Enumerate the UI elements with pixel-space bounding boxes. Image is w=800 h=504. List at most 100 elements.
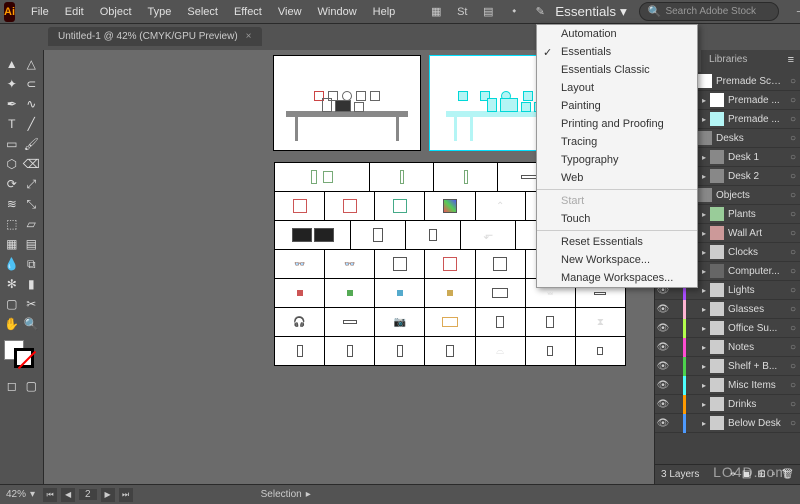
visibility-icon[interactable]: 👁	[655, 304, 671, 315]
workspace-option[interactable]: Essentials	[537, 43, 697, 61]
tool-width[interactable]: ≋	[2, 194, 22, 214]
tool-eyedropper[interactable]: 💧	[2, 254, 22, 274]
twisty-icon[interactable]: ▸	[698, 172, 710, 181]
menu-window[interactable]: Window	[310, 0, 365, 24]
tool-rotate[interactable]: ⟳	[2, 174, 22, 194]
document-tab[interactable]: Untitled-1 @ 42% (CMYK/GPU Preview) ×	[48, 27, 262, 46]
target-icon[interactable]: ○	[786, 247, 800, 258]
menu-effect[interactable]: Effect	[226, 0, 270, 24]
workspace-switcher[interactable]: Essentials ▾	[549, 2, 632, 22]
target-icon[interactable]: ○	[786, 304, 800, 315]
twisty-icon[interactable]: ▸	[698, 343, 710, 352]
target-icon[interactable]: ○	[786, 133, 800, 144]
tool-mesh[interactable]: ▦	[2, 234, 22, 254]
zoom-level[interactable]: 42% ▾	[6, 489, 35, 500]
menu-help[interactable]: Help	[365, 0, 404, 24]
tool-scale[interactable]: ⤢	[22, 174, 42, 194]
arrange-icon[interactable]: ▤	[479, 3, 497, 21]
nav-first-icon[interactable]: ⏮	[43, 488, 57, 502]
twisty-icon[interactable]: ▸	[698, 267, 710, 276]
visibility-icon[interactable]: 👁	[655, 418, 671, 429]
menu-edit[interactable]: Edit	[57, 0, 92, 24]
twisty-icon[interactable]: ▸	[698, 96, 710, 105]
draw-mode-normal[interactable]: ◻	[2, 376, 22, 396]
layer-row[interactable]: 👁▸Glasses○	[655, 300, 800, 319]
target-icon[interactable]: ○	[786, 418, 800, 429]
twisty-icon[interactable]: ▸	[698, 381, 710, 390]
feedback-icon[interactable]: ✎	[531, 3, 549, 21]
target-icon[interactable]: ○	[786, 380, 800, 391]
twisty-icon[interactable]: ▸	[698, 248, 710, 257]
tool-gradient[interactable]: ▤	[22, 234, 42, 254]
workspace-option[interactable]: Essentials Classic	[537, 61, 697, 79]
twisty-icon[interactable]: ▸	[698, 229, 710, 238]
layer-row[interactable]: 👁▸Misc Items○	[655, 376, 800, 395]
tool-zoom[interactable]: 🔍	[22, 314, 42, 334]
visibility-icon[interactable]: 👁	[655, 361, 671, 372]
tool-eraser[interactable]: ⌫	[22, 154, 42, 174]
bridge-icon[interactable]: ▦	[427, 3, 445, 21]
tool-hand[interactable]: ✋	[2, 314, 22, 334]
target-icon[interactable]: ○	[786, 190, 800, 201]
target-icon[interactable]: ○	[786, 228, 800, 239]
workspace-option[interactable]: Reset Essentials	[537, 233, 697, 251]
tool-lasso[interactable]: ⊂	[22, 74, 42, 94]
tab-libraries[interactable]: Libraries	[701, 50, 755, 72]
nav-prev-icon[interactable]: ◀	[61, 488, 75, 502]
screen-mode[interactable]: ▢	[22, 376, 42, 396]
tool-shape-builder[interactable]: ⬚	[2, 214, 22, 234]
tool-slice[interactable]: ✂	[22, 294, 42, 314]
tool-free-transform[interactable]: ⤡	[22, 194, 42, 214]
tool-direct-selection[interactable]: △	[22, 54, 42, 74]
twisty-icon[interactable]: ▸	[698, 115, 710, 124]
target-icon[interactable]: ○	[786, 95, 800, 106]
layer-row[interactable]: 👁▸Notes○	[655, 338, 800, 357]
target-icon[interactable]: ○	[786, 285, 800, 296]
target-icon[interactable]: ○	[786, 171, 800, 182]
menu-type[interactable]: Type	[140, 0, 180, 24]
tool-pen[interactable]: ✒	[2, 94, 22, 114]
minimize-button[interactable]: ─	[791, 3, 800, 21]
menu-file[interactable]: File	[23, 0, 57, 24]
layer-row[interactable]: 👁▸Shelf + B...○	[655, 357, 800, 376]
tool-selection[interactable]: ▲	[2, 54, 22, 74]
nav-last-icon[interactable]: ⏭	[119, 488, 133, 502]
tool-line[interactable]: ╱	[22, 114, 42, 134]
menu-select[interactable]: Select	[179, 0, 226, 24]
target-icon[interactable]: ○	[786, 266, 800, 277]
tool-magic-wand[interactable]: ✦	[2, 74, 22, 94]
twisty-icon[interactable]: ▸	[698, 324, 710, 333]
workspace-option[interactable]: Typography	[537, 151, 697, 169]
menu-object[interactable]: Object	[92, 0, 140, 24]
twisty-icon[interactable]: ▸	[698, 286, 710, 295]
twisty-icon[interactable]: ▸	[698, 362, 710, 371]
workspace-option[interactable]: Manage Workspaces...	[537, 269, 697, 287]
status-selection[interactable]: Selection ▸	[261, 489, 311, 500]
layer-row[interactable]: 👁▸Below Desk○	[655, 414, 800, 433]
tool-paintbrush[interactable]: 🖌	[22, 134, 42, 154]
workspace-option[interactable]: Tracing	[537, 133, 697, 151]
search-stock-input[interactable]: 🔍 Search Adobe Stock	[639, 2, 779, 21]
target-icon[interactable]: ○	[786, 323, 800, 334]
stock-icon[interactable]: St	[453, 3, 471, 21]
workspace-option[interactable]: Layout	[537, 79, 697, 97]
workspace-option[interactable]: Web	[537, 169, 697, 187]
close-icon[interactable]: ×	[246, 31, 252, 42]
workspace-option[interactable]: Printing and Proofing	[537, 115, 697, 133]
tool-curvature[interactable]: ∿	[22, 94, 42, 114]
workspace-option[interactable]: Painting	[537, 97, 697, 115]
visibility-icon[interactable]: 👁	[655, 399, 671, 410]
workspace-option[interactable]: New Workspace...	[537, 251, 697, 269]
visibility-icon[interactable]: 👁	[655, 380, 671, 391]
visibility-icon[interactable]: 👁	[655, 342, 671, 353]
target-icon[interactable]: ○	[786, 152, 800, 163]
tool-blend[interactable]: ⧉	[22, 254, 42, 274]
tool-column-graph[interactable]: ▮	[22, 274, 42, 294]
target-icon[interactable]: ○	[786, 209, 800, 220]
gpu-icon[interactable]: ⬩	[505, 3, 523, 21]
layer-row[interactable]: 👁▸Drinks○	[655, 395, 800, 414]
target-icon[interactable]: ○	[786, 399, 800, 410]
layer-row[interactable]: 👁▸Office Su...○	[655, 319, 800, 338]
target-icon[interactable]: ○	[786, 76, 800, 87]
target-icon[interactable]: ○	[786, 342, 800, 353]
